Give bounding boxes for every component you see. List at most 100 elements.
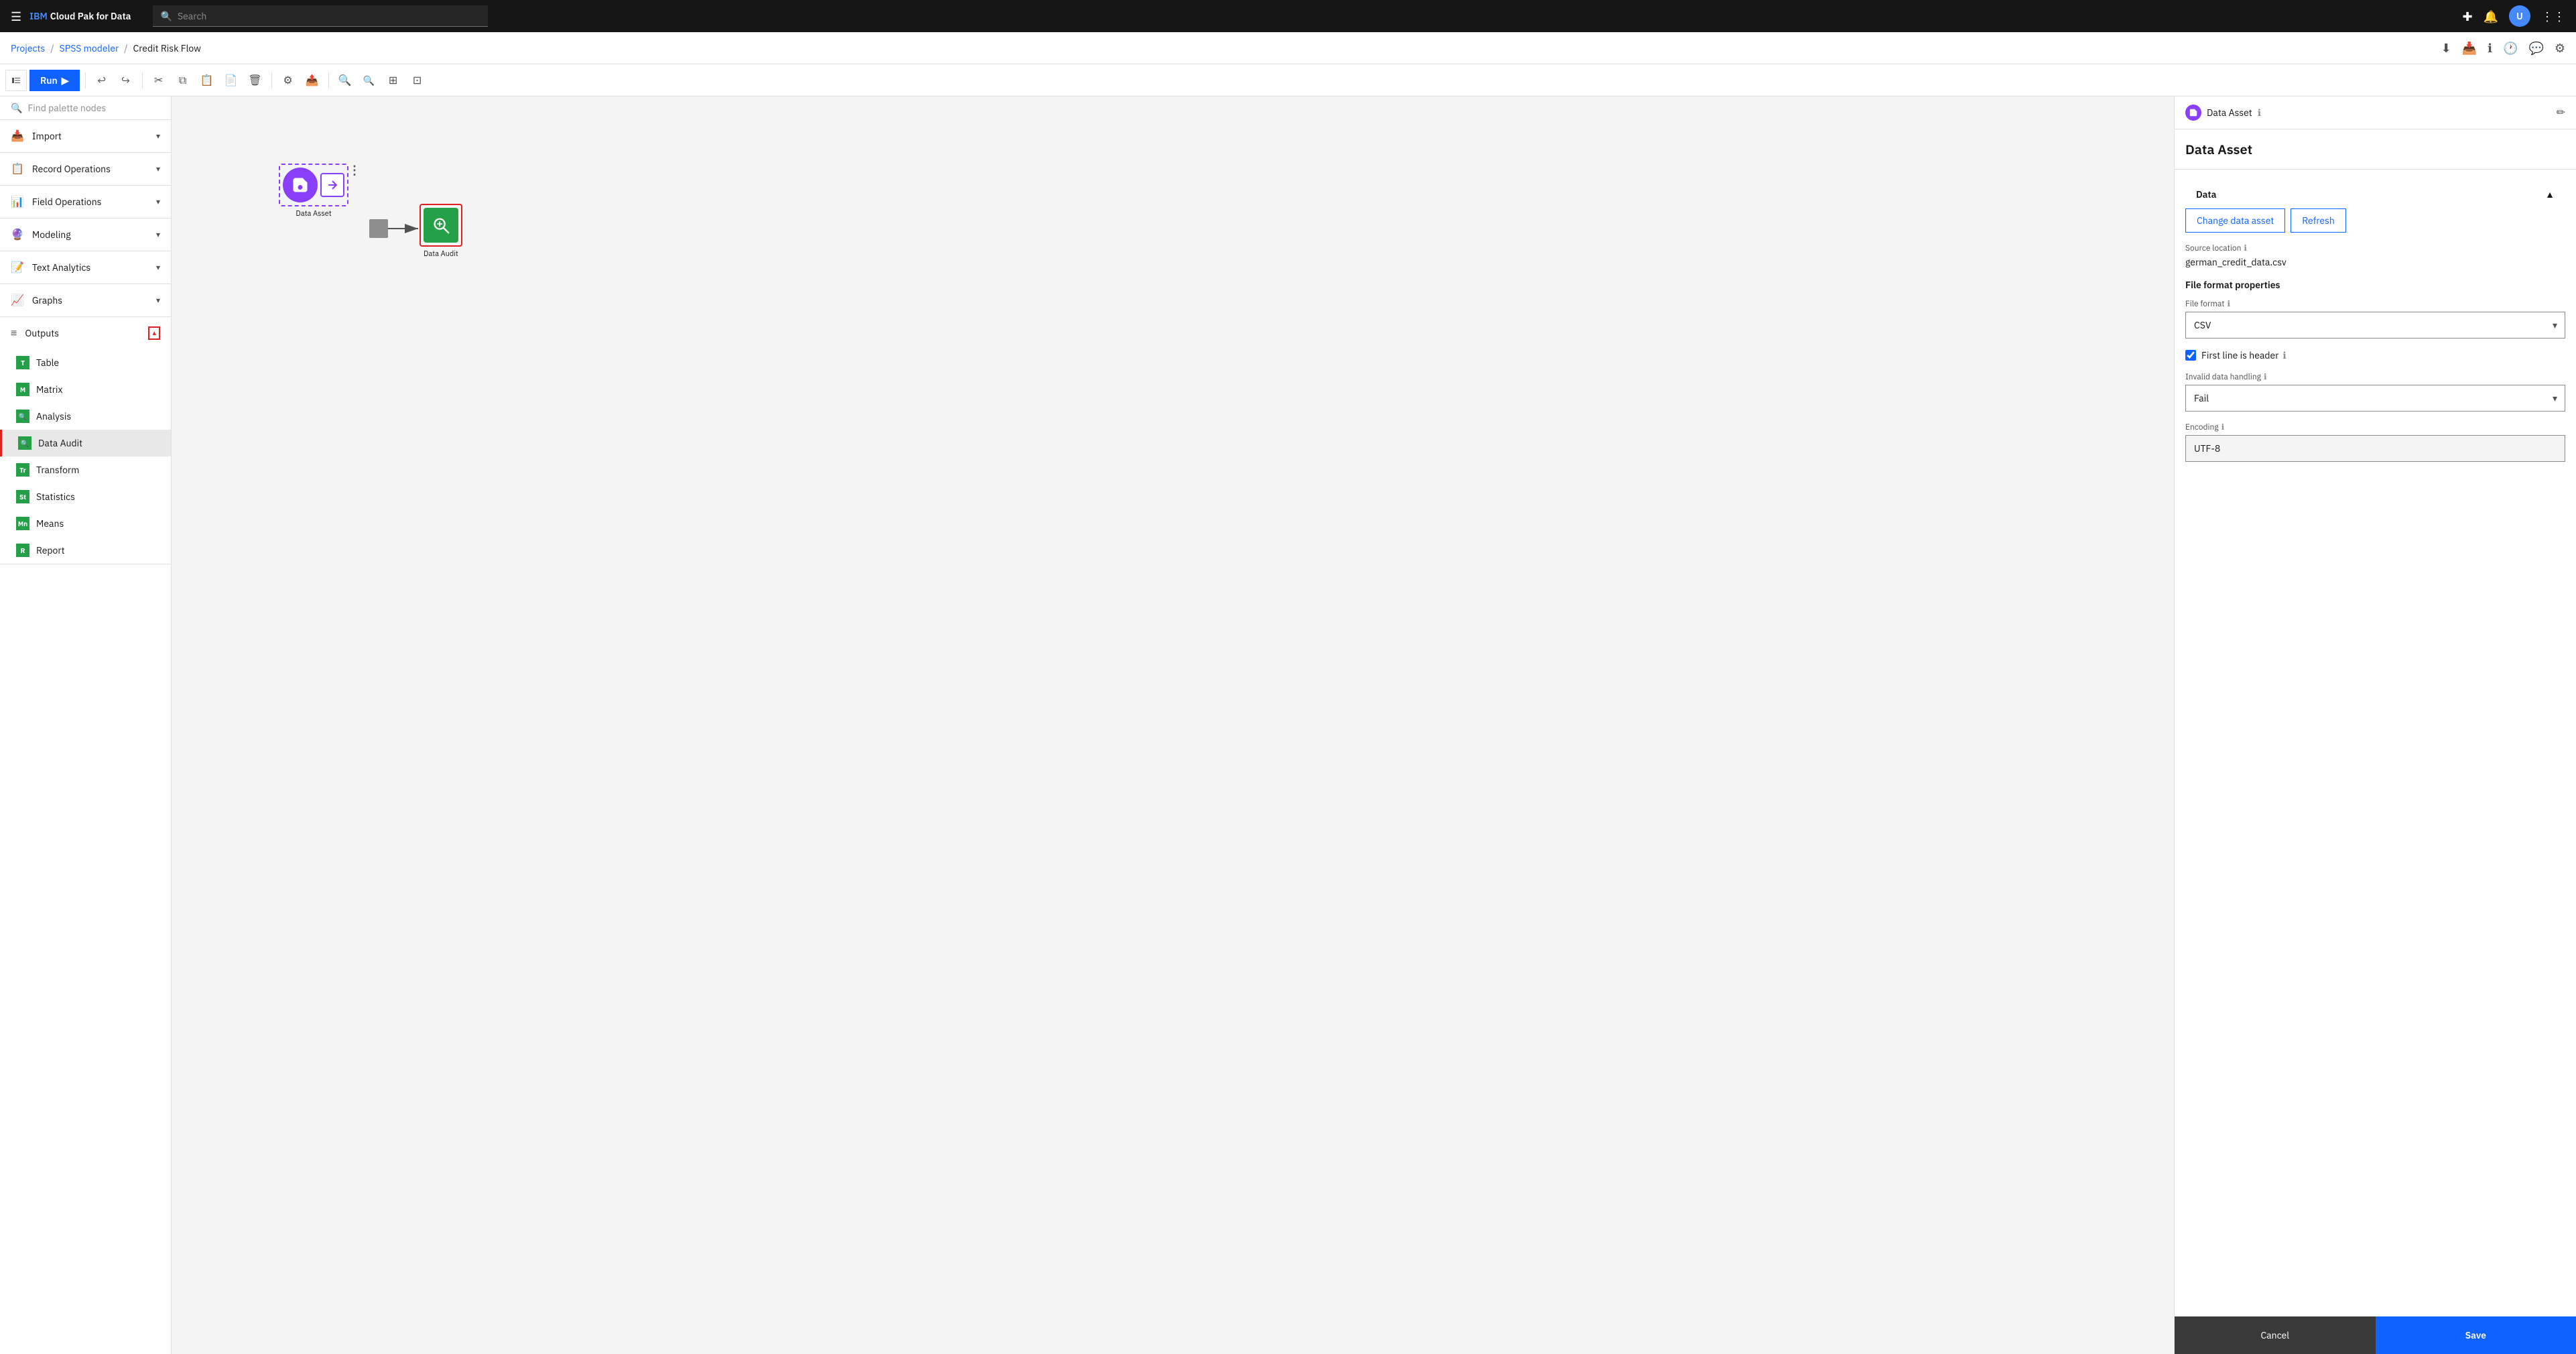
sidebar-item-table[interactable]: T Table [0, 349, 171, 376]
sidebar-item-means[interactable]: Mn Means [0, 510, 171, 537]
encoding-input[interactable] [2185, 435, 2565, 462]
history-icon[interactable]: 🕐 [2503, 40, 2518, 56]
sidebar-section-header-field-ops[interactable]: 📊 Field Operations ▾ [0, 186, 171, 218]
statistics-green-icon: St [16, 490, 29, 503]
notification-icon[interactable]: 🔔 [2484, 9, 2498, 24]
delete-button[interactable]: 🗑 [245, 70, 266, 91]
panel-info-icon[interactable]: ℹ [2258, 107, 2261, 119]
sidebar-item-label-table: Table [36, 357, 59, 369]
data-asset-selection-border: ⋮ [279, 164, 348, 206]
undo-button[interactable]: ↩ [91, 70, 113, 91]
breadcrumb-spss[interactable]: SPSS modeler [60, 42, 119, 54]
export-button[interactable]: 📤 [302, 70, 323, 91]
outputs-section-label: Outputs [25, 327, 140, 339]
invalid-data-select[interactable]: Fail Discard Replace with null [2185, 385, 2565, 412]
invalid-data-group: Invalid data handling ℹ Fail Discard Rep… [2185, 372, 2565, 412]
comment-icon[interactable]: 💬 [2528, 40, 2543, 56]
zoom-in-button[interactable]: 🔍 [334, 70, 356, 91]
info-icon[interactable]: ℹ [2488, 40, 2492, 56]
download-icon[interactable]: 📥 [2462, 40, 2477, 56]
sidebar-item-transform[interactable]: Tr Transform [0, 456, 171, 483]
panel-data-section-header[interactable]: Data ▲ [2185, 180, 2565, 208]
analysis-green-icon: 🔍 [16, 410, 29, 423]
modeling-chevron-icon: ▾ [156, 230, 160, 240]
search-icon: 🔍 [161, 10, 172, 22]
canvas-node-data-audit[interactable]: Data Audit [420, 204, 462, 259]
paste-button[interactable]: 📄 [220, 70, 242, 91]
sidebar-section-header-record-ops[interactable]: 📋 Record Operations ▾ [0, 153, 171, 185]
paste-from-button[interactable]: 📋 [196, 70, 218, 91]
first-line-header-row[interactable]: First line is header ℹ [2185, 349, 2565, 361]
add-icon[interactable]: ✚ [2462, 9, 2472, 24]
outputs-collapse-icon[interactable]: ▴ [148, 326, 160, 340]
breadcrumb-current: Credit Risk Flow [133, 42, 201, 54]
zoom-fit-button[interactable]: ⊞ [383, 70, 404, 91]
statistics-item-icon: St [16, 490, 29, 503]
global-search-bar[interactable]: 🔍 [153, 5, 488, 27]
sidebar-section-header-outputs[interactable]: ≡ Outputs ▴ [0, 317, 171, 349]
change-data-asset-button[interactable]: Change data asset [2185, 208, 2285, 233]
modeling-section-label: Modeling [32, 229, 148, 241]
palette-search-input[interactable] [27, 102, 160, 114]
user-avatar[interactable]: U [2509, 5, 2530, 27]
canvas-node-data-asset[interactable]: ⋮ Data Asset [279, 164, 348, 219]
grid-icon[interactable]: ⋮⋮ [2541, 9, 2565, 24]
canvas-connector [172, 97, 2174, 1354]
flow-canvas[interactable]: ⋮ Data Asset [172, 97, 2174, 1354]
sidebar-item-label-means: Means [36, 517, 64, 530]
breadcrumb-projects[interactable]: Projects [11, 42, 45, 54]
matrix-item-icon: M [16, 383, 29, 396]
redo-button[interactable]: ↪ [115, 70, 137, 91]
sidebar-item-report[interactable]: R Report [0, 537, 171, 564]
sidebar-section-header-text-analytics[interactable]: 📝 Text Analytics ▾ [0, 251, 171, 284]
sidebar-item-matrix[interactable]: M Matrix [0, 376, 171, 403]
sidebar-item-data-audit[interactable]: 🔍 Data Audit [0, 430, 171, 456]
transform-item-icon: Tr [16, 463, 29, 477]
palette-sidebar: 🔍 📥 Import ▾ 📋 Record Operations ▾ 📊 Fie… [0, 97, 172, 1354]
pipeline-props-button[interactable]: ⚙ [277, 70, 299, 91]
data-audit-selection-border [420, 204, 462, 247]
sidebar-section-header-modeling[interactable]: 🔮 Modeling ▾ [0, 219, 171, 251]
matrix-green-icon: M [16, 383, 29, 396]
sidebar-section-header-import[interactable]: 📥 Import ▾ [0, 120, 171, 152]
cancel-button[interactable]: Cancel [2175, 1316, 2376, 1354]
sidebar-item-label-transform: Transform [36, 464, 79, 476]
invalid-data-info-icon[interactable]: ℹ [2264, 372, 2267, 382]
sidebar-section-import: 📥 Import ▾ [0, 120, 171, 153]
first-line-header-checkbox[interactable] [2185, 350, 2196, 361]
top-nav-actions: ✚ 🔔 U ⋮⋮ [2462, 5, 2565, 27]
brand-product: Cloud Pak for Data [50, 10, 131, 22]
collapse-palette-button[interactable] [5, 70, 27, 91]
sidebar-section-graphs: 📈 Graphs ▾ [0, 284, 171, 317]
run-button[interactable]: Run ▶ [29, 70, 80, 91]
file-format-info-icon[interactable]: ℹ [2227, 299, 2230, 309]
version-icon[interactable]: ⬇ [2441, 40, 2451, 56]
copy-button[interactable]: ⧉ [172, 70, 194, 91]
zoom-out-button[interactable]: 🔍 [359, 70, 380, 91]
sidebar-item-analysis[interactable]: 🔍 Analysis [0, 403, 171, 430]
cut-button[interactable]: ✂ [148, 70, 170, 91]
first-line-header-info-icon[interactable]: ℹ [2282, 349, 2286, 361]
sidebar-section-header-graphs[interactable]: 📈 Graphs ▾ [0, 284, 171, 316]
search-input[interactable] [178, 10, 480, 22]
panel-node-type-label: Data Asset [2207, 107, 2252, 119]
node-context-menu-icon[interactable]: ⋮ [348, 162, 361, 178]
data-asset-node-label: Data Asset [296, 209, 331, 219]
palette-search[interactable]: 🔍 [0, 97, 171, 120]
save-button[interactable]: Save [2376, 1316, 2576, 1354]
table-green-icon: T [16, 356, 29, 369]
hamburger-menu[interactable]: ☰ [11, 9, 21, 24]
encoding-info-icon[interactable]: ℹ [2221, 422, 2225, 432]
record-ops-section-icon: 📋 [11, 162, 24, 176]
analysis-item-icon: 🔍 [16, 410, 29, 423]
right-properties-panel: Data Asset ℹ ✏ Data Asset Data ▲ Change … [2174, 97, 2576, 1354]
data-asset-next-arrow [320, 173, 344, 197]
split-icon[interactable]: ⚙ [2555, 40, 2565, 56]
sidebar-item-statistics[interactable]: St Statistics [0, 483, 171, 510]
refresh-button[interactable]: Refresh [2291, 208, 2346, 233]
sidebar-item-label-matrix: Matrix [36, 383, 63, 395]
file-format-select[interactable]: CSV Excel JSON Parquet [2185, 312, 2565, 338]
zoom-page-button[interactable]: ⊡ [407, 70, 428, 91]
panel-edit-icon[interactable]: ✏ [2557, 106, 2565, 119]
source-location-info-icon[interactable]: ℹ [2244, 243, 2247, 253]
